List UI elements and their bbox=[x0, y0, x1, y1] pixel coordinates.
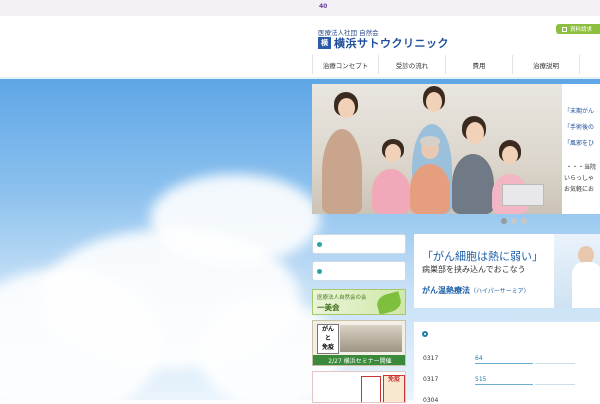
book-cover bbox=[361, 376, 381, 402]
doctor-photo bbox=[554, 234, 600, 308]
bullet-icon bbox=[317, 242, 322, 247]
hero-slider[interactable]: 「末期がん 「手術後の 「風邪をひ ・・・当院 いらっしゃ お気軽にお bbox=[312, 84, 600, 214]
slider-dot[interactable] bbox=[501, 218, 507, 224]
document-request-label: 資料請求 bbox=[570, 27, 593, 33]
ichiikai-banner[interactable]: 医療法人自然会の会 一美会 bbox=[312, 289, 406, 315]
hyperthermia-title: がん温熱療法（ハイパーサーミア） bbox=[422, 285, 530, 296]
news-link[interactable]: 515 bbox=[475, 376, 486, 383]
book-banner[interactable]: 免疫 bbox=[312, 371, 406, 403]
seminar-date-strip: 2/27 横浜セミナー開催 bbox=[313, 355, 405, 365]
ichiikai-title: 一美会 bbox=[317, 303, 340, 312]
top-counter: 40 bbox=[319, 3, 328, 10]
hero-line: ・・・当院 bbox=[566, 164, 597, 171]
main-nav: 治療コンセプト 受診の流れ 費用 治療説明 bbox=[312, 55, 600, 74]
hyperthermia-name: がん温熱療法 bbox=[422, 286, 470, 295]
news-panel bbox=[414, 322, 600, 402]
nav-item-concept[interactable]: 治療コンセプト bbox=[312, 55, 379, 74]
seminar-photo bbox=[340, 325, 402, 352]
top-bar: 40 bbox=[0, 0, 600, 16]
clinic-name: 横浜サトウクリニック bbox=[334, 37, 449, 50]
document-icon bbox=[562, 26, 567, 32]
doctor-coat bbox=[572, 262, 600, 308]
logo-mark-icon: 横 bbox=[318, 37, 331, 49]
document-request-button[interactable]: 資料請求 bbox=[556, 24, 600, 34]
hyperthermia-subline: 病巣部を挟み込んでおこなう bbox=[422, 265, 526, 274]
hyperthermia-headline: 「がん細胞は熱に弱い」 bbox=[422, 250, 543, 263]
slider-dot[interactable] bbox=[511, 218, 517, 224]
seminar-banner[interactable]: がん と 免疫 2/27 横浜セミナー開催 bbox=[312, 320, 406, 366]
news-link[interactable]: 64 bbox=[475, 355, 483, 362]
slider-dot[interactable] bbox=[521, 218, 527, 224]
news-header-icon bbox=[422, 331, 428, 337]
leaf-icon bbox=[375, 291, 403, 314]
bullet-icon bbox=[317, 269, 322, 274]
hero-caption: 「末期がん 「手術後の 「風邪をひ ・・・当院 いらっしゃ お気軽にお bbox=[562, 84, 600, 214]
side-link-2[interactable] bbox=[312, 261, 406, 281]
clinic-logo[interactable]: 横 横浜サトウクリニック bbox=[318, 35, 449, 51]
hyperthermia-name-sub: （ハイパーサーミア） bbox=[470, 288, 530, 295]
hero-line: いらっしゃ bbox=[564, 175, 595, 182]
hero-line: お気軽にお bbox=[564, 186, 595, 193]
hyperthermia-banner[interactable]: 「がん細胞は熱に弱い」 病巣部を挟み込んでおこなう がん温熱療法（ハイパーサーミ… bbox=[414, 234, 600, 308]
seminar-board: がん と 免疫 bbox=[317, 324, 339, 354]
news-date: 0317 bbox=[423, 355, 439, 362]
nav-item-treatment[interactable]: 治療説明 bbox=[513, 55, 580, 74]
slider-dots bbox=[501, 218, 527, 224]
ichiikai-subtitle: 医療法人自然会の会 bbox=[317, 295, 367, 301]
nav-item-flow[interactable]: 受診の流れ bbox=[379, 55, 446, 74]
nav-item-cost[interactable]: 費用 bbox=[446, 55, 513, 74]
side-link-1[interactable] bbox=[312, 234, 406, 254]
hero-line: 「風邪をひ bbox=[564, 140, 595, 147]
hero-line: 「末期がん bbox=[564, 108, 595, 115]
news-date: 0317 bbox=[423, 376, 439, 383]
book-cover-immunity: 免疫 bbox=[383, 375, 405, 402]
news-date: 0304 bbox=[423, 397, 439, 404]
family-photo bbox=[312, 84, 562, 214]
hero-line: 「手術後の bbox=[564, 124, 595, 131]
